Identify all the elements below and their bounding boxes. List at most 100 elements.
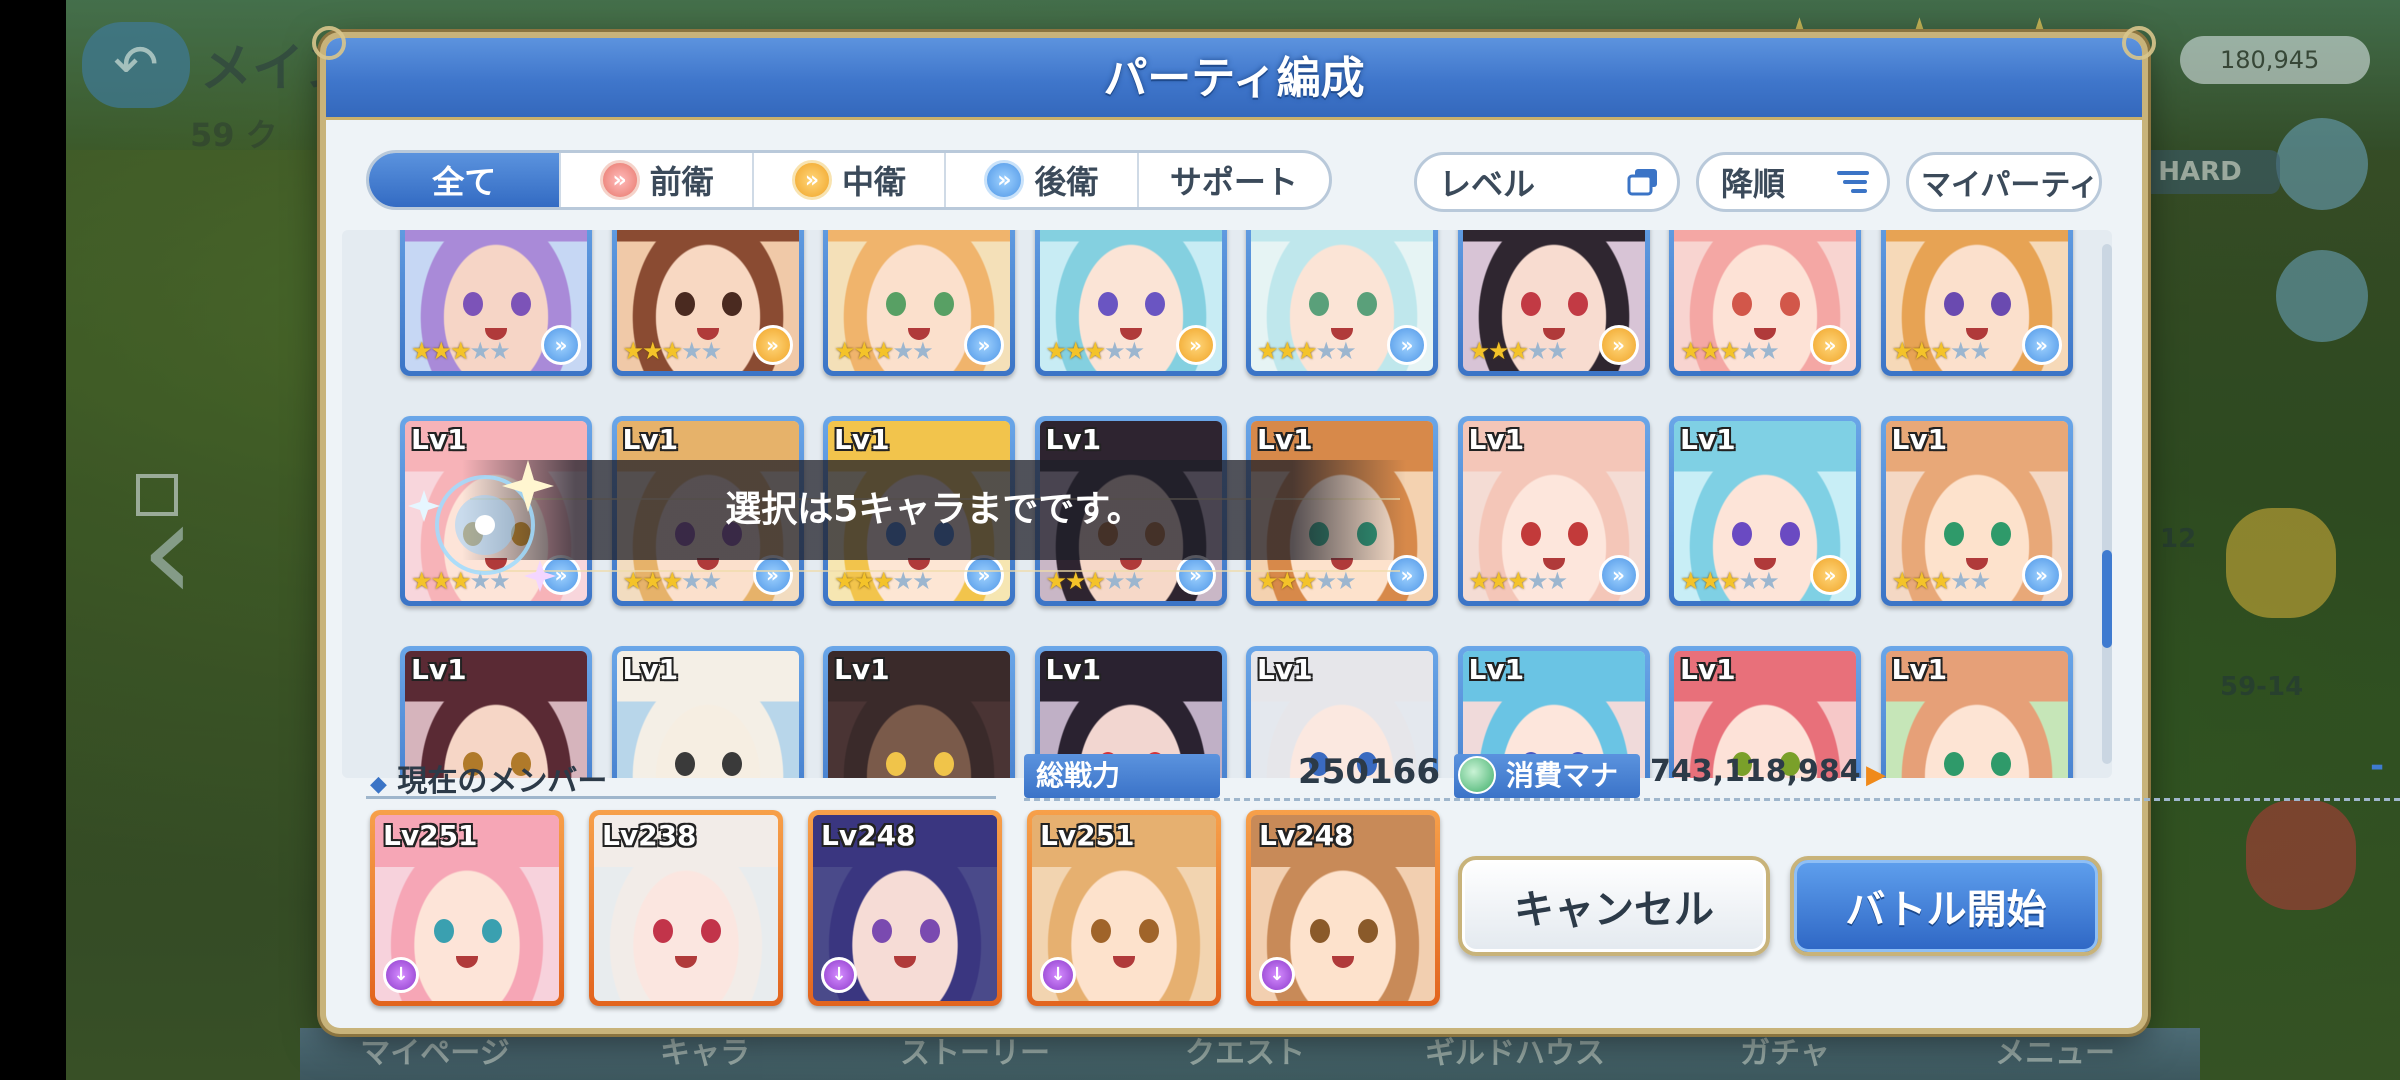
- toast-border-bottom: [470, 570, 1400, 572]
- mana-underline: [1454, 798, 2400, 801]
- character-card[interactable]: ★★★★★»: [1457, 230, 1650, 376]
- character-card-inner: Lv1★★★★★»: [828, 651, 1010, 778]
- member-level: Lv251: [1040, 819, 1135, 852]
- star-icon: ★: [1104, 337, 1125, 365]
- star-icon: ★: [1969, 337, 1991, 365]
- character-card[interactable]: Lv1★★★★★»: [1457, 416, 1650, 606]
- current-members-text: 現在のメンバー: [397, 764, 608, 799]
- mid-role-icon: »: [1175, 325, 1216, 365]
- mana-icon: [1458, 756, 1496, 794]
- portrait-eye: [674, 291, 695, 316]
- battle-start-button[interactable]: バトル開始: [1790, 856, 2102, 956]
- character-card[interactable]: ★★★★★»: [611, 230, 804, 376]
- portrait-eye: [886, 751, 907, 776]
- portrait-eye: [433, 919, 454, 944]
- filter-tab[interactable]: » 前衛: [561, 153, 754, 207]
- portrait-eye: [933, 751, 954, 776]
- star-icon: ★: [1719, 567, 1740, 595]
- star-icon: ★: [1468, 567, 1490, 595]
- character-card[interactable]: ★★★★★ »: [1034, 230, 1227, 376]
- character-card[interactable]: Lv1★★★★★»: [823, 646, 1015, 778]
- back-role-icon: »: [964, 555, 1004, 595]
- character-card[interactable]: ★★★★★»: [1669, 230, 1861, 376]
- star-icon: ★: [1315, 337, 1337, 365]
- cancel-button[interactable]: キャンセル: [1458, 856, 1770, 956]
- portrait-eye: [463, 291, 484, 316]
- character-level: Lv1: [1045, 423, 1102, 456]
- portrait-eye: [652, 919, 673, 944]
- filter-tab[interactable]: » 後衛: [946, 153, 1139, 207]
- character-card-inner: Lv1★★★★★»: [1885, 421, 2068, 601]
- front-role-icon: »: [599, 160, 640, 200]
- character-card[interactable]: Lv1★★★★★»: [1880, 646, 2073, 778]
- character-card[interactable]: ★★★★★»: [823, 230, 1015, 376]
- member-card[interactable]: Lv238★★★★★»: [589, 810, 783, 1006]
- filter-tab[interactable]: » 中衛: [754, 153, 947, 207]
- roster-scrollbar-thumb[interactable]: [2102, 550, 2112, 648]
- member-card[interactable]: Lv248↓»: [808, 810, 1002, 1006]
- star-icon: ★: [1488, 337, 1509, 365]
- sort-order-label: 降順: [1721, 165, 1786, 203]
- sort-level-icon: [1627, 169, 1657, 196]
- portrait-eye: [1356, 291, 1377, 316]
- character-card[interactable]: Lv1★★★★★»: [1669, 416, 1861, 606]
- sort-order-button[interactable]: 降順: [1696, 152, 1890, 212]
- portrait-eye: [700, 919, 721, 944]
- back-role-icon: »: [2021, 555, 2062, 595]
- background-nav-item: ガチャ: [1740, 1036, 1830, 1071]
- character-card-inner: ★★★★★»: [616, 230, 799, 371]
- selection-limit-toast: 選択は5キャラまでです。: [462, 460, 1406, 560]
- portrait-mouth: [674, 956, 697, 969]
- star-rating: ★★★★★: [1680, 337, 1780, 365]
- star-icon: ★: [1891, 337, 1913, 365]
- portrait-eye: [1357, 919, 1378, 944]
- back-role-icon: »: [752, 555, 793, 595]
- portrait-eye: [1090, 919, 1111, 944]
- star-icon: ★: [1546, 337, 1568, 365]
- member-level: Lv248: [1259, 819, 1354, 852]
- portrait-eye: [1520, 291, 1541, 316]
- star-rating: ★★★★★: [834, 337, 934, 365]
- portrait-mouth: [893, 956, 916, 969]
- filter-tab[interactable]: 全て: [369, 153, 562, 207]
- star-icon: ★: [1507, 337, 1529, 365]
- star-icon: ★: [1930, 337, 1952, 365]
- portrait-eye: [481, 919, 502, 944]
- filter-tab-label: 後衛: [1034, 163, 1099, 201]
- member-card[interactable]: Lv248↓»: [1246, 810, 1440, 1006]
- star-rating: ★★★★★: [1046, 337, 1146, 365]
- background-nav-item: メニュー: [1995, 1036, 2115, 1071]
- star-icon: ★: [411, 337, 432, 365]
- character-card[interactable]: ★★★★★»: [1246, 230, 1438, 376]
- mid-role-icon: »: [1810, 555, 1850, 595]
- member-card[interactable]: Lv251↓»: [1027, 810, 1221, 1006]
- member-card-inner: Lv251↓»: [1032, 815, 1216, 1001]
- character-level: Lv1: [622, 653, 679, 686]
- background-stage-label: 59-14: [2220, 672, 2304, 702]
- portrait-eye: [1732, 291, 1753, 316]
- back-role-icon: »: [1175, 555, 1216, 595]
- star-icon: ★: [1758, 337, 1779, 365]
- star-icon: ★: [912, 337, 933, 365]
- background-bottom-nav: マイページ キャラ ストーリー クエスト ギルドハウス ガチャ メニュー: [300, 1028, 2200, 1080]
- character-card[interactable]: Lv1★★★★★»: [611, 646, 804, 778]
- roster-scrollbar[interactable]: [2102, 244, 2112, 764]
- star-icon: ★: [700, 337, 722, 365]
- unique-equipment-icon: ↓: [821, 957, 857, 993]
- star-icon: ★: [1527, 567, 1548, 595]
- character-card[interactable]: ★★★★★»: [400, 230, 592, 376]
- character-level: Lv1: [834, 423, 890, 456]
- star-rating: ★★★★★: [1469, 337, 1569, 365]
- member-card[interactable]: Lv251↓»: [370, 810, 564, 1006]
- tap-sparkle-icon: [408, 460, 556, 592]
- sort-level-button[interactable]: レベル: [1414, 152, 1680, 212]
- background-nav-item: マイページ: [360, 1036, 510, 1071]
- my-party-button[interactable]: マイパーティ: [1906, 152, 2102, 212]
- background-nav-item: キャラ: [660, 1036, 750, 1071]
- character-card[interactable]: Lv1★★★★★»: [1880, 416, 2073, 606]
- star-icon: ★: [1950, 567, 1971, 595]
- portrait-eye: [871, 919, 892, 944]
- character-card[interactable]: ★★★★★»: [1880, 230, 2073, 376]
- filter-tab[interactable]: サポート: [1139, 153, 1329, 207]
- total-power-underline: [1024, 798, 1454, 801]
